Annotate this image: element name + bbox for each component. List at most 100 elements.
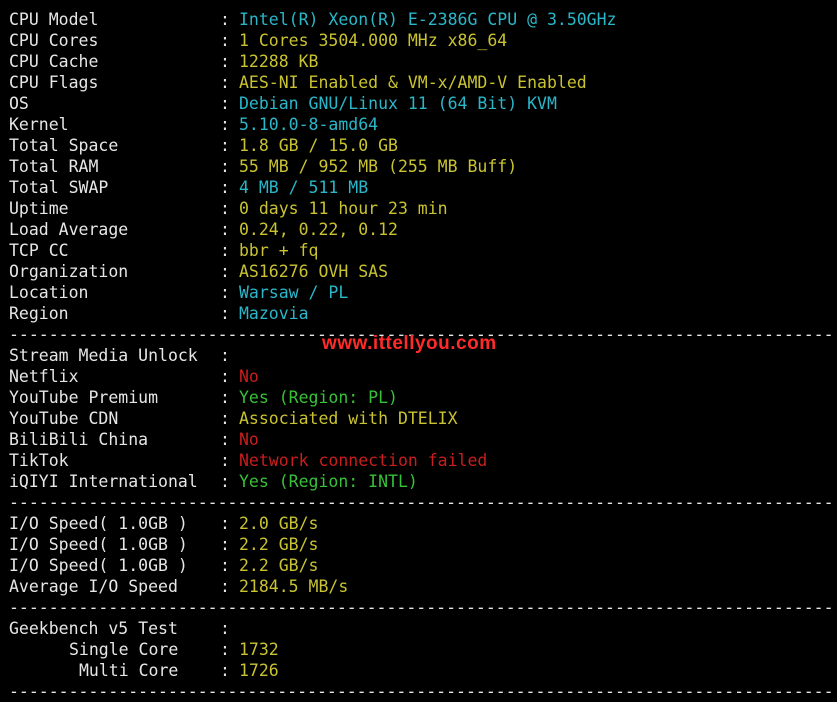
row-label: I/O Speed( 1.0GB ) — [9, 535, 188, 554]
row-colon: : — [220, 472, 230, 491]
row-value: 1726 — [239, 661, 279, 680]
geekbench-row: Single Core:1732 — [9, 639, 835, 660]
row-label: Total Space — [9, 136, 119, 155]
row-colon: : — [220, 262, 230, 281]
system-info-row: CPU Cache:12288 KB — [9, 51, 835, 72]
row-value: Warsaw / PL — [239, 283, 349, 302]
row-label: Kernel — [9, 115, 69, 134]
row-colon: : — [220, 73, 230, 92]
row-colon: : — [220, 640, 230, 659]
separator-line: ----------------------------------------… — [9, 682, 835, 701]
system-info-row: Total RAM:55 MB / 952 MB (255 MB Buff) — [9, 156, 835, 177]
row-label: Geekbench v5 Test — [9, 619, 178, 638]
row-value: Yes (Region: INTL) — [239, 472, 418, 491]
io-speed-row: I/O Speed( 1.0GB ):2.2 GB/s — [9, 534, 835, 555]
row-colon: : — [220, 556, 230, 575]
geekbench-section: Geekbench v5 Test: Single Core:1732 Multi … — [9, 618, 835, 681]
row-colon: : — [220, 241, 230, 260]
row-label: Stream Media Unlock — [9, 346, 198, 365]
row-label: I/O Speed( 1.0GB ) — [9, 514, 188, 533]
row-label: Location — [9, 283, 89, 302]
row-label: TCP CC — [9, 241, 69, 260]
row-label: I/O Speed( 1.0GB ) — [9, 556, 188, 575]
row-value: 2184.5 MB/s — [239, 577, 349, 596]
row-colon: : — [220, 94, 230, 113]
stream-media-row: TikTok: Network connection failed — [9, 450, 835, 471]
row-label: TikTok — [9, 451, 69, 470]
row-colon: : — [220, 136, 230, 155]
system-info-row: Total Space:1.8 GB / 15.0 GB — [9, 135, 835, 156]
row-label: CPU Model — [9, 10, 99, 29]
row-colon: : — [220, 451, 230, 470]
row-label: CPU Cores — [9, 31, 99, 50]
stream-media-row: Netflix: No — [9, 366, 835, 387]
row-value: 0 days 11 hour 23 min — [239, 199, 448, 218]
row-value: 2.2 GB/s — [239, 535, 319, 554]
io-speed-row: Average I/O Speed:2184.5 MB/s — [9, 576, 835, 597]
row-colon: : — [220, 388, 230, 407]
row-label: CPU Flags — [9, 73, 99, 92]
system-info-row: Region: Mazovia — [9, 303, 835, 324]
row-label: BiliBili China — [9, 430, 149, 449]
stream-media-row: YouTube CDN: Associated with DTELIX — [9, 408, 835, 429]
system-info-row: Total SWAP:4 MB / 511 MB — [9, 177, 835, 198]
system-info-section: CPU Model: Intel(R) Xeon(R) E-2386G CPU @… — [9, 9, 835, 324]
system-info-row: OS: Debian GNU/Linux 11 (64 Bit) KVM — [9, 93, 835, 114]
geekbench-row: Geekbench v5 Test: — [9, 618, 835, 639]
row-colon: : — [220, 178, 230, 197]
row-value: 4 MB / 511 MB — [239, 178, 369, 197]
row-colon: : — [220, 115, 230, 134]
row-colon: : — [220, 346, 230, 365]
row-colon: : — [220, 157, 230, 176]
row-value: Associated with DTELIX — [239, 409, 458, 428]
system-info-row: CPU Cores:1 Cores 3504.000 MHz x86_64 — [9, 30, 835, 51]
row-value: AES-NI Enabled & VM-x/AMD-V Enabled — [239, 73, 587, 92]
row-value: Yes (Region: PL) — [239, 388, 398, 407]
row-value: 1.8 GB / 15.0 GB — [239, 136, 398, 155]
row-label: Multi Core — [79, 661, 179, 680]
geekbench-row: Multi Core:1726 — [9, 660, 835, 681]
row-colon: : — [220, 31, 230, 50]
row-label: YouTube CDN — [9, 409, 119, 428]
row-colon: : — [220, 283, 230, 302]
row-value: Mazovia — [239, 304, 309, 323]
row-label: Total SWAP — [9, 178, 109, 197]
row-colon: : — [220, 577, 230, 596]
separator-line: ----------------------------------------… — [9, 493, 835, 512]
system-info-row: Organization: AS16276 OVH SAS — [9, 261, 835, 282]
watermark-text: www.ittellyou.com — [322, 333, 497, 354]
system-info-row: Kernel:5.10.0-8-amd64 — [9, 114, 835, 135]
row-value: 1 Cores 3504.000 MHz x86_64 — [239, 31, 508, 50]
row-label: Average I/O Speed — [9, 577, 178, 596]
row-colon: : — [220, 367, 230, 386]
row-label: Load Average — [9, 220, 129, 239]
row-colon: : — [220, 535, 230, 554]
io-speed-row: I/O Speed( 1.0GB ):2.0 GB/s — [9, 513, 835, 534]
stream-media-row: BiliBili China: No — [9, 429, 835, 450]
terminal-output: CPU Model: Intel(R) Xeon(R) E-2386G CPU @… — [9, 9, 835, 702]
system-info-row: Uptime:0 days 11 hour 23 min — [9, 198, 835, 219]
row-value: 2.2 GB/s — [239, 556, 319, 575]
row-colon: : — [220, 52, 230, 71]
row-value: Intel(R) Xeon(R) E-2386G CPU @ 3.50GHz — [239, 10, 617, 29]
row-label: OS — [9, 94, 29, 113]
row-label: iQIYI International — [9, 472, 198, 491]
row-label: Total RAM — [9, 157, 99, 176]
row-label: Organization — [9, 262, 129, 281]
row-label: Single Core — [69, 640, 179, 659]
row-value: No — [239, 430, 259, 449]
row-value: 2.0 GB/s — [239, 514, 319, 533]
stream-media-row: YouTube Premium: Yes (Region: PL) — [9, 387, 835, 408]
row-colon: : — [220, 661, 230, 680]
system-info-row: CPU Model: Intel(R) Xeon(R) E-2386G CPU @… — [9, 9, 835, 30]
row-colon: : — [220, 409, 230, 428]
row-colon: : — [220, 220, 230, 239]
row-value: 1732 — [239, 640, 279, 659]
row-colon: : — [220, 514, 230, 533]
row-value: 0.24, 0.22, 0.12 — [239, 220, 398, 239]
row-value: AS16276 OVH SAS — [239, 262, 389, 281]
row-label: Uptime — [9, 199, 69, 218]
row-value: Debian GNU/Linux 11 (64 Bit) KVM — [239, 94, 557, 113]
io-speed-section: I/O Speed( 1.0GB ):2.0 GB/s I/O Speed( 1.… — [9, 513, 835, 597]
stream-media-row: iQIYI International: Yes (Region: INTL) — [9, 471, 835, 492]
